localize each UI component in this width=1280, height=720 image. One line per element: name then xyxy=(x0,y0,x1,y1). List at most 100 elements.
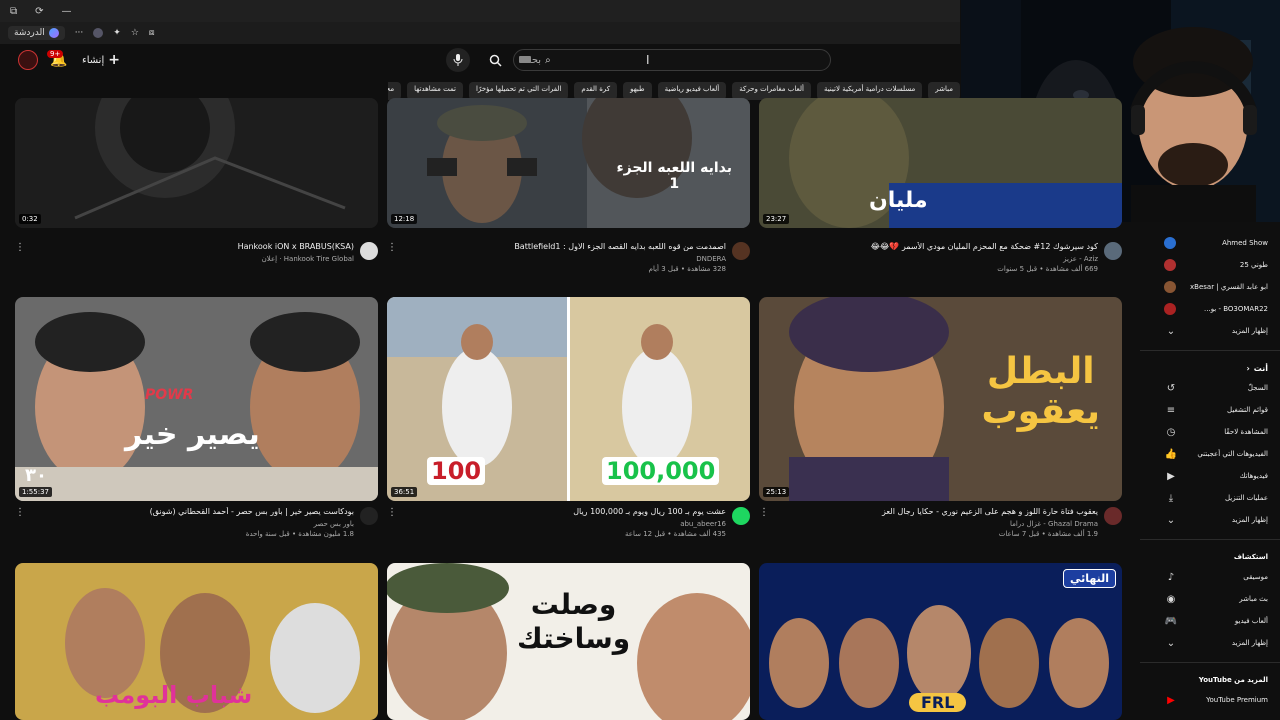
video-title[interactable]: اصمدمت من قوه اللعبه بدايه القصه الجزء ا… xyxy=(387,242,750,251)
sidebar-item-label: عمليات التنزيل xyxy=(1224,494,1268,502)
you-item[interactable]: الفيديوهات التي أعجبتني 👍 xyxy=(1140,443,1280,465)
sidebar-item-youtube-premium[interactable]: YouTube Premium ▶ xyxy=(1140,689,1280,711)
video-channel[interactable]: Ghazal Drama - غزال دراما xyxy=(759,520,1122,528)
subscription-avatar xyxy=(1164,259,1176,271)
video-thumbnail[interactable]: 100 100,000 36:51 xyxy=(387,297,750,501)
video-thumbnail[interactable]: مليان 23:27 xyxy=(759,98,1122,228)
chevron-down-icon: ⌄ xyxy=(1166,637,1176,649)
video-duration: 0:32 xyxy=(19,214,41,224)
sidebar-subscription[interactable]: Ahmed Show xyxy=(1140,232,1280,254)
profile-avatar-icon[interactable] xyxy=(93,28,104,38)
divider xyxy=(1140,350,1280,351)
window-minimize-button[interactable]: — xyxy=(62,6,72,17)
profile-chat-button[interactable]: الدردشة xyxy=(8,26,65,40)
explore-header: استكشاف xyxy=(1233,553,1268,561)
video-duration: 12:18 xyxy=(391,214,418,224)
video-title[interactable]: يعقوب فتاة حارة اللوز و هجم على الزعيم ن… xyxy=(759,507,1122,516)
more-actions-icon[interactable]: ⋮ xyxy=(387,242,397,253)
channel-avatar[interactable] xyxy=(360,242,378,260)
you-item-icon: ▶ xyxy=(1167,470,1175,482)
create-button[interactable]: إنشاء + xyxy=(82,52,120,68)
you-item[interactable]: فيديوهاتك ▶ xyxy=(1140,465,1280,487)
video-thumbnail[interactable]: 0:32 xyxy=(15,98,378,228)
account-avatar[interactable] xyxy=(18,50,38,70)
sidebar-subscription[interactable]: ابو عابد القسري | xBesar xyxy=(1140,276,1280,298)
video-title[interactable]: عشت يوم بـ 100 ريال ويوم بـ 100,000 ريال xyxy=(387,507,750,516)
more-actions-icon[interactable]: ⋮ xyxy=(387,507,397,518)
you-item[interactable]: عمليات التنزيل ⤓ xyxy=(1140,487,1280,509)
thumbnail-caption: 100,000 xyxy=(602,457,720,485)
keyboard-icon[interactable] xyxy=(519,56,531,63)
channel-avatar[interactable] xyxy=(360,507,378,525)
copilot-icon xyxy=(48,28,59,38)
show-more-label: إظهار المزيد xyxy=(1231,516,1268,524)
you-section: السجلّ ↺ قوائم التشغيل ≡ المشاهدة لاحقًا ◷ الف… xyxy=(1140,377,1280,509)
more-actions-icon[interactable]: ⋮ xyxy=(15,242,25,253)
explore-item[interactable]: بث مباشر ◉ xyxy=(1140,588,1280,610)
channel-avatar[interactable] xyxy=(732,507,750,525)
video-title[interactable]: كود سيرشوك 12# ضحكة مع المحزم المليان مو… xyxy=(759,242,1122,251)
video-thumbnail[interactable]: بدايه اللعبه الجزء 1 12:18 xyxy=(387,98,750,228)
more-from-youtube-header: المزيد من YouTube xyxy=(1198,676,1268,684)
you-item[interactable]: السجلّ ↺ xyxy=(1140,377,1280,399)
explore-item[interactable]: موسيقى ♪ xyxy=(1140,566,1280,588)
you-item[interactable]: المشاهدة لاحقًا ◷ xyxy=(1140,421,1280,443)
window-refresh-icon[interactable]: ⟳ xyxy=(35,6,43,17)
you-item-icon: 👍 xyxy=(1164,448,1178,460)
video-thumbnail[interactable]: شباب البومب xyxy=(15,563,378,720)
window-menu-icon[interactable]: ⧉ xyxy=(10,6,17,17)
divider xyxy=(1140,539,1280,540)
favorites-icon[interactable]: ☆ xyxy=(131,28,139,38)
search-icon xyxy=(489,54,502,67)
show-more-subscriptions[interactable]: إظهار المزيد ⌄ xyxy=(1140,320,1280,342)
video-thumbnail[interactable]: البطل يعقوب 25:13 xyxy=(759,297,1122,501)
video-stats: 1.9 ألف مشاهدة • قبل 7 ساعات xyxy=(998,530,1098,538)
channel-avatar[interactable] xyxy=(1104,242,1122,260)
sidebar-item-label: المشاهدة لاحقًا xyxy=(1224,428,1268,436)
video-channel[interactable]: abu_abeer16 xyxy=(387,520,750,528)
browser-toolbar: الدردشة ··· ✦ ☆ ⧈ xyxy=(0,22,960,44)
window-titlebar: ⧉ ⟳ — xyxy=(0,0,960,22)
channel-avatar[interactable] xyxy=(732,242,750,260)
video-channel[interactable]: Hankook Tire Global · إعلان xyxy=(15,255,378,263)
explore-item[interactable]: ألعاب فيديو 🎮 xyxy=(1140,610,1280,632)
explore-item-icon: ♪ xyxy=(1167,571,1175,583)
divider xyxy=(1140,662,1280,663)
show-more-label: إظهار المزيد xyxy=(1231,327,1268,335)
voice-search-button[interactable] xyxy=(446,48,470,72)
video-title[interactable]: Hankook iON x BRABUS(KSA) xyxy=(15,242,378,251)
video-stats: 435 ألف مشاهدة • قبل 12 ساعة xyxy=(625,530,726,538)
subscriptions-section: Ahmed Show طوني 25 ابو عابد القسري | xBesa… xyxy=(1140,232,1280,320)
video-channel[interactable]: باور بس حصر xyxy=(15,520,378,528)
you-item[interactable]: قوائم التشغيل ≡ xyxy=(1140,399,1280,421)
extensions-icon[interactable]: ✦ xyxy=(113,28,121,38)
you-item-icon: ◷ xyxy=(1166,426,1176,438)
video-channel[interactable]: Aziz - عزيز xyxy=(759,255,1122,263)
video-channel[interactable]: DNDERA xyxy=(387,255,750,263)
thumbnail-caption: وصلت xyxy=(530,588,617,621)
you-section-header[interactable]: أنت ‹ xyxy=(1140,359,1280,377)
browser-menu-button[interactable]: ··· xyxy=(75,28,84,38)
search-input[interactable]: ⌕ بحث xyxy=(513,49,831,71)
sidebar-item-label: موسيقى xyxy=(1243,573,1268,581)
channel-avatar[interactable] xyxy=(1104,507,1122,525)
more-actions-icon[interactable]: ⋮ xyxy=(759,507,769,518)
more-actions-icon[interactable]: ⋮ xyxy=(15,507,25,518)
thumbnail-caption: ٣٠ xyxy=(25,465,47,486)
explore-item-icon: ◉ xyxy=(1166,593,1176,605)
sidebar-subscription[interactable]: BO3OMAR22 - بو... xyxy=(1140,298,1280,320)
show-more-you[interactable]: إظهار المزيد ⌄ xyxy=(1140,509,1280,531)
you-item-icon: ⤓ xyxy=(1168,492,1174,504)
video-thumbnail[interactable]: وصلت وساختك xyxy=(387,563,750,720)
video-duration: 25:13 xyxy=(763,487,790,497)
subscription-avatar xyxy=(1164,281,1176,293)
video-thumbnail[interactable]: POWR يصير خير ٣٠ 1:55:37 xyxy=(15,297,378,501)
video-thumbnail[interactable]: النهائي FRL xyxy=(759,563,1122,720)
video-title[interactable]: بودكاست يصير خير | باور بس حصر - أحمد ال… xyxy=(15,507,378,516)
collections-icon[interactable]: ⧈ xyxy=(149,28,155,38)
search-button[interactable] xyxy=(482,48,508,72)
show-more-explore[interactable]: إظهار المزيد ⌄ xyxy=(1140,632,1280,654)
sidebar-item-label: YouTube Premium xyxy=(1206,696,1268,704)
thumbnail-caption: يصير خير xyxy=(125,417,260,452)
sidebar-subscription[interactable]: طوني 25 xyxy=(1140,254,1280,276)
